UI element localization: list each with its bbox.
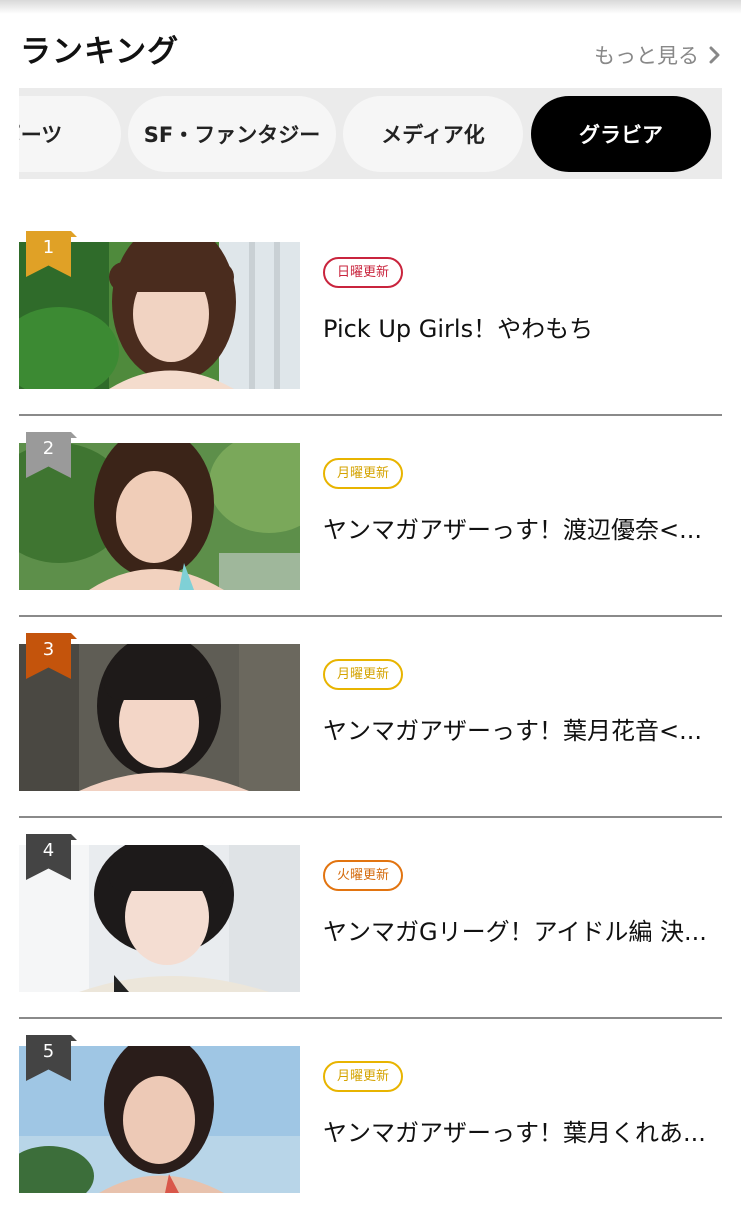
- item-title: ヤンマガアザーっす！葉月くれあ...: [323, 1119, 706, 1147]
- ranking-item[interactable]: 1 日曜更新 Pick Up Girls！やわもち: [19, 215, 722, 416]
- update-day-badge: 火曜更新: [323, 860, 404, 891]
- item-title: ヤンマガGリーグ！アイドル編 決...: [323, 918, 707, 946]
- ranking-item[interactable]: 5 月曜更新 ヤンマガアザーっす！葉月くれあ...: [19, 1019, 722, 1218]
- ranking-item[interactable]: 2 月曜更新 ヤンマガアザーっす！渡辺優奈<...: [19, 416, 722, 617]
- section-title: ランキング: [20, 34, 180, 70]
- chevron-right-icon: [709, 46, 721, 64]
- ranking-item[interactable]: 3 月曜更新 ヤンマガアザーっす！葉月花音<...: [19, 617, 722, 818]
- item-title: ヤンマガアザーっす！葉月花音<...: [323, 717, 702, 745]
- rank-badge-fold: [71, 432, 77, 438]
- rank-badge-fold: [71, 231, 77, 237]
- tab-sports[interactable]: ポーツ: [19, 96, 121, 172]
- rank-badge-fold: [71, 834, 77, 840]
- update-day-badge: 日曜更新: [323, 257, 404, 288]
- update-day-badge: 月曜更新: [323, 458, 404, 489]
- see-more-link[interactable]: もっと見る: [594, 40, 721, 70]
- tab-gravure[interactable]: グラビア: [531, 96, 711, 172]
- see-more-label: もっと見る: [594, 44, 699, 68]
- ranking-item[interactable]: 4 火曜更新 ヤンマガGリーグ！アイドル編 決...: [19, 818, 722, 1019]
- tab-media[interactable]: メディア化: [343, 96, 523, 172]
- item-title: ヤンマガアザーっす！渡辺優奈<...: [323, 516, 702, 544]
- item-title: Pick Up Girls！やわもち: [323, 315, 594, 343]
- update-day-badge: 月曜更新: [323, 659, 404, 690]
- top-shadow: [0, 0, 741, 14]
- update-day-badge: 月曜更新: [323, 1061, 404, 1092]
- tab-sf-fantasy[interactable]: SF・ファンタジー: [128, 96, 336, 172]
- rank-badge-fold: [71, 633, 77, 639]
- category-tabs: ポーツ SF・ファンタジー メディア化 グラビア: [19, 88, 722, 179]
- ranking-list: 1 日曜更新 Pick Up Girls！やわもち 2 月曜更新 ヤンマガアザー…: [19, 215, 722, 1218]
- rank-badge-fold: [71, 1035, 77, 1041]
